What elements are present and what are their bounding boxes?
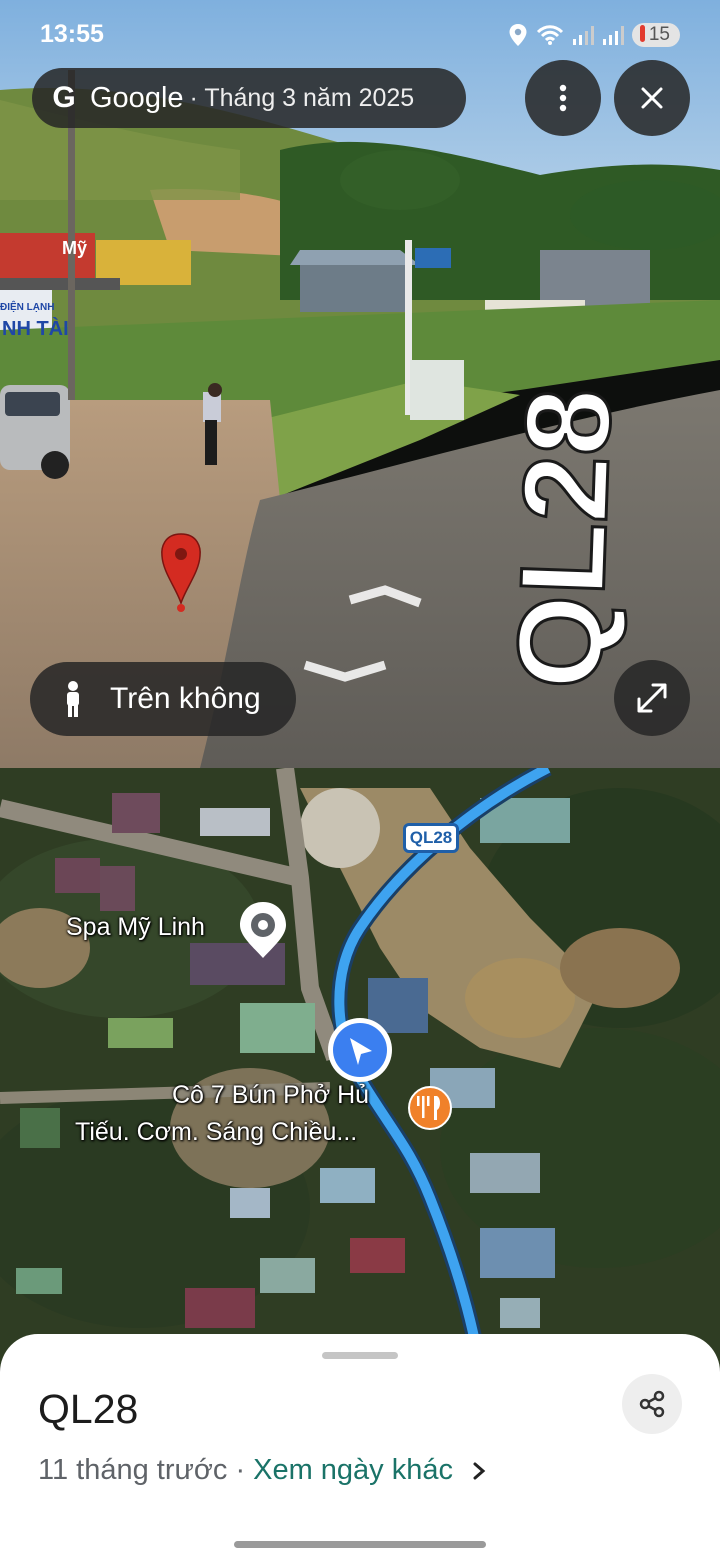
see-other-dates-link[interactable]: Xem ngày khác [253,1454,453,1487]
more-vert-icon [559,84,567,112]
imagery-info-pill[interactable]: G Google · Tháng 3 năm 2025 [32,68,466,128]
place-bottom-sheet[interactable]: QL28 11 tháng trước · Xem ngày khác [0,1334,720,1560]
sheet-drag-handle[interactable] [322,1352,398,1359]
place-label-restaurant-line1[interactable]: Cô 7 Bún Phở Hủ [172,1081,369,1110]
separator-dot: · [235,1454,246,1486]
battery-indicator: 15 [631,23,680,47]
storefront-sign: ĐIỆN LẠNH [0,302,55,313]
share-icon [639,1390,665,1418]
close-button[interactable] [614,60,690,136]
status-bar: 13:55 15 [0,0,720,66]
battery-level: 15 [648,24,670,45]
battery-level-icon [639,25,645,42]
imagery-provider: Google [90,81,184,114]
share-button[interactable] [622,1374,682,1434]
chevron-right-icon[interactable] [471,1461,487,1481]
place-label-restaurant-line2[interactable]: Tiếu. Cơm. Sáng Chiều... [75,1118,357,1147]
imagery-age-row: 11 tháng trước · Xem ngày khác [38,1454,487,1487]
wifi-icon [536,25,563,45]
storefront-sign: NH TÀI [2,318,69,340]
status-icons: 15 [508,20,680,50]
signal-icon [572,26,594,45]
satellite-map[interactable] [0,768,720,1368]
imagery-age: 11 tháng trước [38,1454,228,1486]
fullscreen-button[interactable] [614,660,690,736]
route-shield[interactable]: QL28 [403,823,459,853]
navigation-position-icon [328,1018,392,1082]
location-icon [509,24,527,46]
place-title: QL28 [38,1386,139,1432]
status-time: 13:55 [40,20,104,48]
road-marking-text: QL28 [492,386,636,691]
signal-icon [602,26,624,45]
more-options-button[interactable] [525,60,601,136]
storefront-sign: Mỹ [62,238,88,258]
view-mode-toggle[interactable]: Trên không [30,662,296,736]
view-mode-label: Trên không [110,682,261,715]
expand-icon [637,683,667,713]
restaurant-pin-icon[interactable] [408,1086,452,1130]
home-indicator[interactable] [234,1541,486,1548]
pegman-icon [67,681,79,717]
google-g-icon: G [52,81,76,114]
place-label-spa[interactable]: Spa Mỹ Linh [66,913,205,942]
capture-date: · Tháng 3 năm 2025 [189,83,415,112]
close-icon [641,87,663,109]
